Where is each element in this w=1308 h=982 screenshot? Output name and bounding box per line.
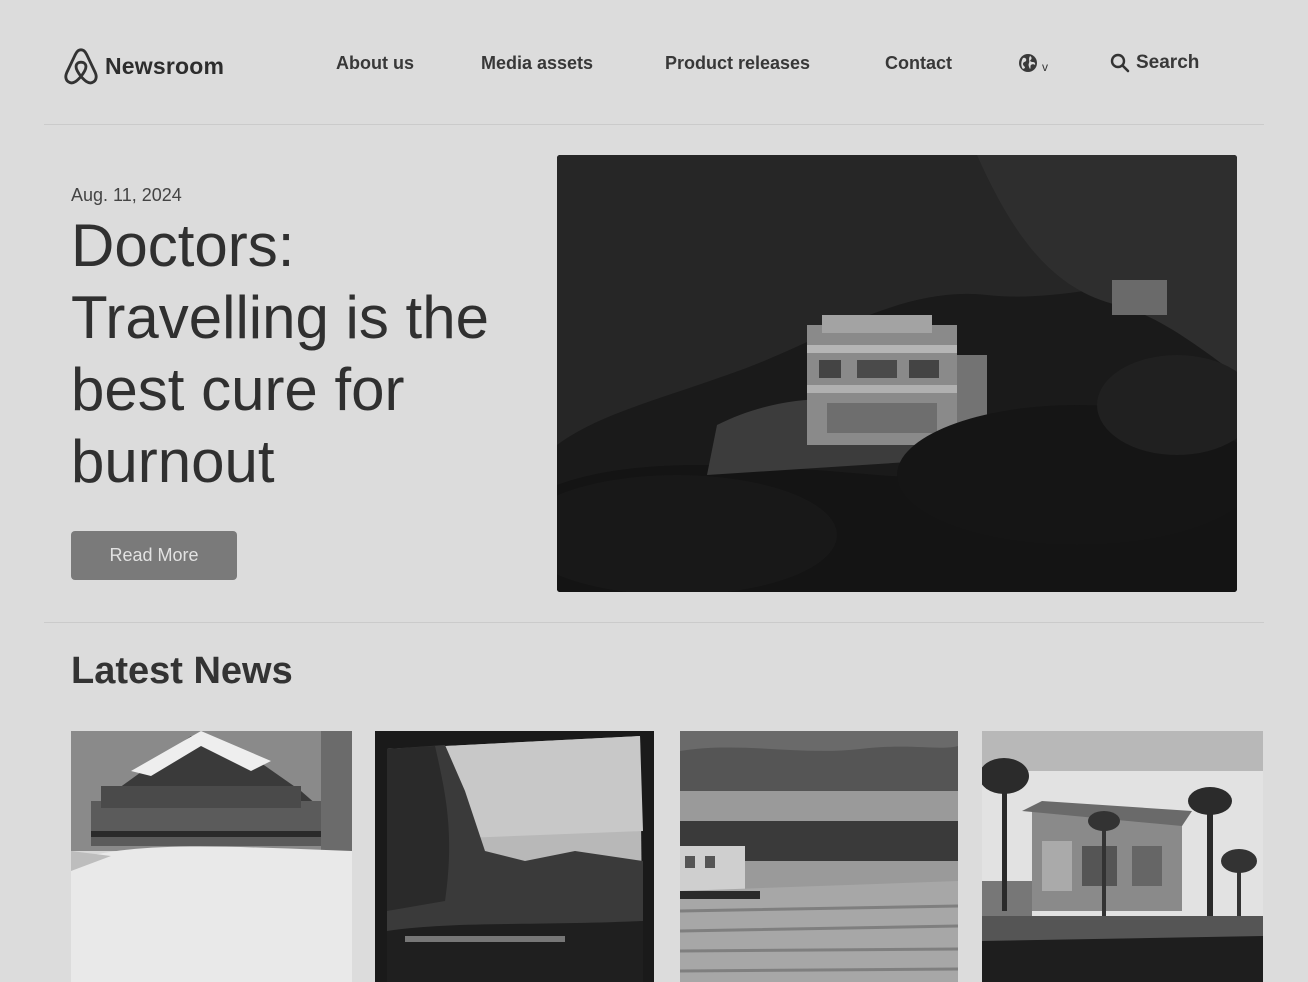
nav-about-us[interactable]: About us	[336, 53, 414, 74]
news-card-image[interactable]	[375, 731, 654, 982]
site-header: Newsroom About us Media assets Product r…	[44, 0, 1264, 125]
nav-product-releases[interactable]: Product releases	[665, 53, 810, 74]
section-divider	[44, 622, 1264, 623]
news-card-image[interactable]	[982, 731, 1263, 982]
nav-media-assets[interactable]: Media assets	[481, 53, 593, 74]
search-label: Search	[1136, 52, 1200, 73]
language-selector[interactable]: v	[1018, 53, 1048, 73]
news-card-image[interactable]	[680, 731, 958, 982]
read-more-button[interactable]: Read More	[71, 531, 237, 580]
article-date: Aug. 11, 2024	[71, 185, 182, 205]
globe-icon	[1019, 54, 1037, 72]
hero-headline: Doctors: Travelling is the best cure for…	[71, 212, 489, 495]
newsroom-page: Newsroom About us Media assets Product r…	[0, 0, 1308, 982]
search-button[interactable]: Search	[1110, 52, 1199, 74]
logo-text: Newsroom	[105, 52, 225, 79]
search-icon	[1110, 53, 1130, 73]
latest-news-heading: Latest News	[71, 650, 293, 692]
news-card-image[interactable]	[71, 731, 352, 982]
nav-contact[interactable]: Contact	[885, 53, 952, 74]
airbnb-logo-icon	[64, 48, 98, 85]
chevron-down-icon: v	[1042, 60, 1048, 74]
hero-image[interactable]	[557, 155, 1237, 592]
logo[interactable]: Newsroom	[62, 46, 224, 86]
